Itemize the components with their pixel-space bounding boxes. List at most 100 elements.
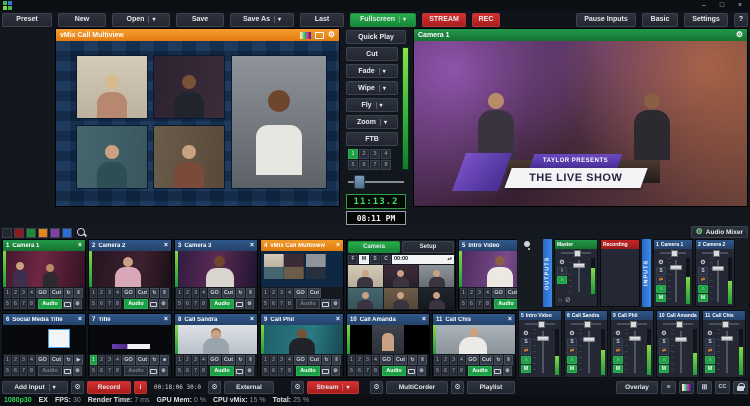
transition-number-7[interactable]: 7 [370, 160, 380, 170]
multicorder-button[interactable]: MultiCorder [386, 381, 448, 394]
overlay-number-2[interactable]: 2 [442, 355, 449, 365]
overlay-number-2[interactable]: 2 [184, 355, 191, 365]
last-button[interactable]: Last [300, 13, 344, 27]
go-button[interactable]: GO [122, 355, 135, 365]
overlay-number-4[interactable]: 4 [372, 355, 379, 365]
solo-button[interactable]: S [521, 338, 531, 346]
mute-icon[interactable]: Ø [565, 298, 570, 304]
add-input-button[interactable]: Add Input▾ [2, 381, 68, 394]
headphones-icon[interactable]: ∩ [558, 298, 562, 304]
overlay-number-5[interactable]: 5 [90, 366, 97, 376]
overlay-number-1[interactable]: 1 [90, 288, 97, 298]
gear-icon[interactable]: ⚙ [159, 299, 168, 309]
gear-icon[interactable]: ⚙ [503, 366, 512, 376]
cut-button[interactable]: Cut [136, 355, 149, 365]
pause-inputs-button[interactable]: Pause Inputs [576, 13, 636, 27]
overlay-number-2[interactable]: 2 [184, 288, 191, 298]
chevron-down-icon[interactable]: ▾ [376, 102, 383, 109]
gear-icon[interactable]: ⚙ [159, 366, 168, 376]
closed-captions-button[interactable]: CC [715, 381, 730, 394]
go-button[interactable]: GO [36, 288, 49, 298]
spinner-arrows-icon[interactable]: ▴▾ [447, 257, 452, 261]
fader-handle[interactable] [670, 265, 682, 270]
overlay-number-6[interactable]: 6 [12, 299, 19, 309]
headphones-button[interactable]: ∩ [698, 285, 708, 293]
headphones-button[interactable]: ∩ [613, 356, 623, 364]
pan-slider[interactable] [696, 249, 734, 257]
bus-routing-icon[interactable]: ⇄ [656, 276, 666, 284]
stream-toggle-button[interactable]: STREAM [422, 13, 466, 27]
chevron-down-icon[interactable]: ▾ [148, 16, 155, 23]
call-mode-f[interactable]: F [348, 255, 358, 264]
overlay-number-6[interactable]: 6 [270, 299, 277, 309]
headphones-button[interactable]: ∩ [705, 356, 715, 364]
pause-icon[interactable]: ‖ [74, 288, 83, 298]
fullscreen-monitor-icon[interactable] [149, 366, 158, 376]
close-icon[interactable]: × [508, 316, 512, 323]
gear-icon[interactable]: ⚙ [331, 366, 340, 376]
fullscreen-monitor-icon[interactable] [235, 366, 244, 376]
gear-icon[interactable]: ⚙ [736, 31, 743, 39]
pan-slider[interactable] [654, 249, 692, 257]
fullscreen-monitor-icon[interactable] [407, 366, 416, 376]
cut-button[interactable]: Cut [222, 288, 235, 298]
go-button[interactable]: GO [492, 288, 505, 298]
channel-fader[interactable] [671, 329, 691, 375]
maximize-button[interactable]: □ [715, 1, 729, 10]
overlay-number-7[interactable]: 7 [20, 366, 27, 376]
category-color-button[interactable] [38, 228, 48, 238]
settings-button[interactable]: Settings [684, 13, 728, 27]
search-icon[interactable] [76, 227, 87, 238]
overlay-number-1[interactable]: 1 [4, 355, 11, 365]
input-module-9[interactable]: 9Call Phil×1234GOCut↻‖5678Audio⚙ [260, 313, 344, 378]
t-bar[interactable] [346, 175, 406, 189]
cut-button[interactable]: Cut [308, 355, 321, 365]
mute-button[interactable]: M [567, 365, 577, 373]
overlay-number-3[interactable]: 3 [192, 355, 199, 365]
close-icon[interactable]: × [336, 316, 340, 323]
category-color-button[interactable] [26, 228, 36, 238]
chevron-down-icon[interactable]: ▾ [379, 68, 386, 75]
call-setup-button[interactable]: Setup [402, 241, 454, 253]
audio-toggle-button[interactable]: Audio [210, 299, 234, 309]
overlay-number-3[interactable]: 3 [106, 355, 113, 365]
quick-play-button[interactable]: Quick Play [346, 30, 406, 44]
fullscreen-monitor-icon[interactable] [149, 299, 158, 309]
overlay-number-4[interactable]: 4 [114, 288, 121, 298]
call-mode-c[interactable]: C [381, 255, 391, 264]
close-icon[interactable]: × [336, 242, 340, 249]
overlay-number-1[interactable]: 1 [176, 288, 183, 298]
category-color-button[interactable] [2, 228, 12, 238]
mute-button[interactable]: M [613, 365, 623, 373]
headphones-button[interactable]: ∩ [557, 276, 567, 284]
zoom-button[interactable]: Zoom▾ [346, 115, 398, 129]
gear-icon[interactable]: ⚙ [659, 329, 669, 337]
audio-toggle-button[interactable]: Audio [296, 299, 320, 309]
wipe-button[interactable]: Wipe▾ [346, 81, 398, 95]
overlay-number-2[interactable]: 2 [356, 355, 363, 365]
record-button[interactable]: Record [87, 381, 131, 394]
audio-toggle-button[interactable]: Audio [124, 299, 148, 309]
gear-icon[interactable]: ⚙ [73, 366, 82, 376]
gear-icon[interactable]: ⚙ [417, 366, 426, 376]
loop-icon[interactable]: ↻ [322, 355, 331, 365]
close-icon[interactable]: × [164, 316, 168, 323]
program-video[interactable]: TAYLOR PRESENTS THE LIVE SHOW [414, 41, 747, 206]
overlay-number-4[interactable]: 4 [286, 288, 293, 298]
close-icon[interactable]: × [422, 316, 426, 323]
audio-toggle-button[interactable]: Audio [468, 366, 492, 376]
overlay-number-6[interactable]: 6 [98, 299, 105, 309]
fade-button[interactable]: Fade▾ [346, 64, 398, 78]
solo-button[interactable]: S [613, 338, 623, 346]
bus-routing-icon[interactable]: ⇄ [567, 347, 577, 355]
gear-icon[interactable]: ⚙ [613, 329, 623, 337]
overlay-number-1[interactable]: 1 [90, 355, 97, 365]
cut-button[interactable]: Cut [308, 288, 321, 298]
fullscreen-monitor-icon[interactable] [63, 299, 72, 309]
overlay-number-5[interactable]: 5 [262, 366, 269, 376]
bus-routing-icon[interactable]: ⇄ [521, 347, 531, 355]
stop-icon[interactable]: ■ [160, 355, 169, 365]
overlay-number-4[interactable]: 4 [200, 355, 207, 365]
cut-button[interactable]: Cut [50, 355, 63, 365]
overlay-number-4[interactable]: 4 [484, 288, 491, 298]
